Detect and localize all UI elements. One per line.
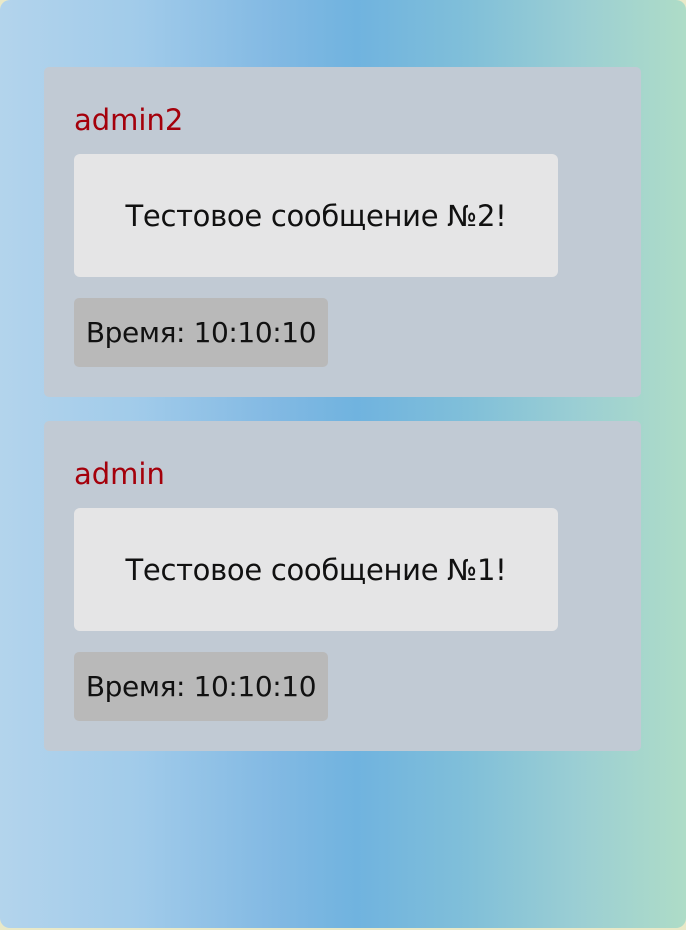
message-bubble: Тестовое сообщение №2! [74, 154, 558, 277]
message-author: admin2 [74, 103, 184, 137]
message-card: admin Тестовое сообщение №1! Время: 10:1… [44, 421, 641, 751]
message-bubble: Тестовое сообщение №1! [74, 508, 558, 631]
message-time-badge: Время: 10:10:10 [74, 652, 328, 721]
message-text: Тестовое сообщение №1! [125, 552, 507, 587]
message-card: admin2 Тестовое сообщение №2! Время: 10:… [44, 67, 641, 397]
message-author: admin [74, 457, 165, 491]
message-text: Тестовое сообщение №2! [125, 198, 507, 233]
message-time: Время: 10:10:10 [85, 316, 317, 349]
message-time: Время: 10:10:10 [85, 670, 317, 703]
message-time-badge: Время: 10:10:10 [74, 298, 328, 367]
chat-panel: admin2 Тестовое сообщение №2! Время: 10:… [0, 0, 686, 928]
